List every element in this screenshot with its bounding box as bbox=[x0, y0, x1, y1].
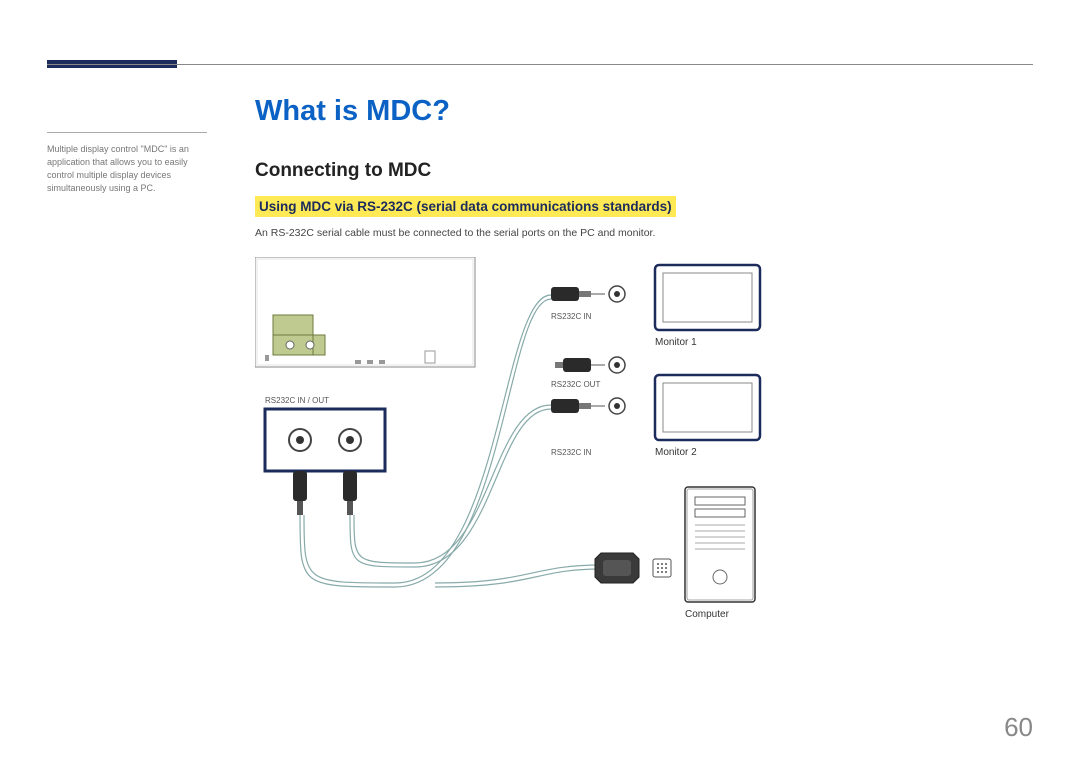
plug-group-mid-in: RS232C IN bbox=[551, 398, 625, 457]
monitor-2-label: Monitor 2 bbox=[655, 447, 697, 458]
port-block-label: RS232C IN / OUT bbox=[265, 396, 329, 405]
computer-tower: Computer bbox=[685, 487, 755, 620]
sidebar-note: Multiple display control "MDC" is an app… bbox=[47, 132, 207, 195]
connection-diagram: RS232C IN / OUT bbox=[255, 257, 955, 637]
plug-group-mid-out: RS232C OUT bbox=[551, 357, 625, 389]
body-paragraph: An RS-232C serial cable must be connecte… bbox=[255, 227, 1033, 239]
cable-label-rs232c-in-1: RS232C IN bbox=[551, 312, 592, 321]
section-subtitle: Connecting to MDC bbox=[255, 160, 1033, 182]
main-content: What is MDC? Connecting to MDC Using MDC… bbox=[255, 95, 1033, 637]
page-number: 60 bbox=[1004, 712, 1033, 743]
cable-label-rs232c-in-2: RS232C IN bbox=[551, 448, 592, 457]
cable-label-rs232c-out: RS232C OUT bbox=[551, 380, 600, 389]
plug-group-top: RS232C IN bbox=[551, 286, 625, 321]
section-heading: Using MDC via RS-232C (serial data commu… bbox=[255, 196, 676, 217]
sidebar-note-text: Multiple display control "MDC" is an app… bbox=[47, 144, 189, 193]
port-block: RS232C IN / OUT bbox=[265, 396, 385, 471]
page-title: What is MDC? bbox=[255, 95, 1033, 128]
header-rule bbox=[47, 64, 1033, 65]
jack-right bbox=[343, 471, 357, 515]
monitor-1: Monitor 1 bbox=[655, 265, 760, 348]
device-back-panel bbox=[255, 257, 475, 367]
monitor-1-label: Monitor 1 bbox=[655, 337, 697, 348]
computer-label: Computer bbox=[685, 609, 730, 620]
monitor-2: Monitor 2 bbox=[655, 375, 760, 458]
vga-connector bbox=[595, 553, 671, 583]
jack-left bbox=[293, 471, 307, 515]
